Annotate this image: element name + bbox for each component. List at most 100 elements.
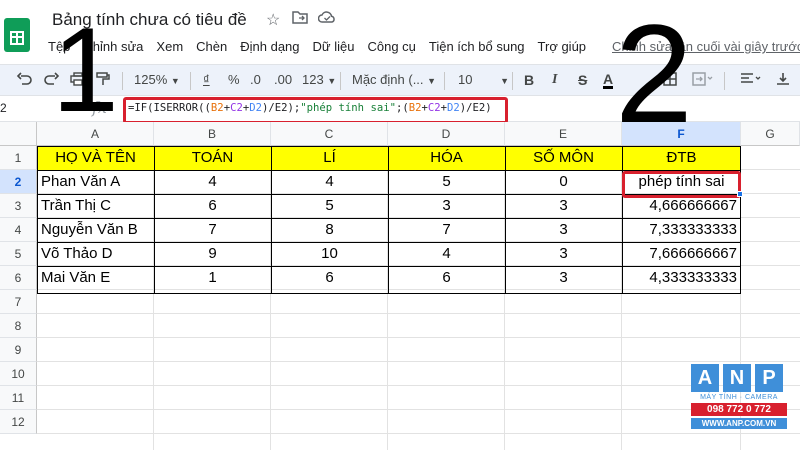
cell-f6[interactable]: 4,333333333 — [622, 266, 741, 290]
undo-icon[interactable] — [16, 72, 32, 89]
horizontal-align-icon[interactable] — [740, 72, 764, 89]
row-header-2[interactable]: 2 — [0, 170, 37, 194]
cell-d5[interactable]: 4 — [388, 242, 505, 266]
table-border-line — [388, 146, 389, 294]
menu-format[interactable]: Định dạng — [240, 39, 299, 57]
grid-line — [37, 361, 800, 362]
cell-e1[interactable]: SỐ MÔN — [505, 146, 622, 170]
table-border-line — [271, 146, 272, 294]
cell-f5[interactable]: 7,666666667 — [622, 242, 741, 266]
cell-b3[interactable]: 6 — [154, 194, 271, 218]
row-header-5[interactable]: 5 — [0, 242, 37, 266]
menu-insert[interactable]: Chèn — [196, 39, 227, 57]
cell-c3[interactable]: 5 — [271, 194, 388, 218]
cell-d3[interactable]: 3 — [388, 194, 505, 218]
column-header-c[interactable]: C — [271, 122, 388, 146]
star-icon[interactable]: ☆ — [266, 10, 280, 30]
cell-b1[interactable]: TOÁN — [154, 146, 271, 170]
fill-handle[interactable] — [737, 191, 743, 197]
merge-cells-icon[interactable] — [692, 72, 714, 89]
anp-watermark: A N P MÁY TÍNH · CAMERA 098 772 0 772 WW… — [691, 364, 787, 429]
table-border-line — [37, 218, 741, 219]
column-header-g[interactable]: G — [741, 122, 800, 146]
move-folder-icon[interactable] — [292, 10, 308, 29]
cell-b5[interactable]: 9 — [154, 242, 271, 266]
menu-tools[interactable]: Công cụ — [367, 39, 415, 57]
menu-bar: Tệp Chỉnh sửa Xem Chèn Định dạng Dữ liệu… — [48, 39, 599, 57]
cell-a2[interactable]: Phan Văn A — [37, 170, 154, 194]
bold-button[interactable]: B — [524, 72, 534, 88]
anp-phone: 098 772 0 772 — [691, 403, 787, 416]
anp-tagline: MÁY TÍNH · CAMERA — [700, 394, 778, 401]
cloud-status-icon[interactable] — [317, 10, 336, 29]
chevron-down-icon: ▼ — [170, 76, 180, 86]
cell-e2[interactable]: 0 — [505, 170, 622, 194]
name-box[interactable]: 2 — [0, 101, 7, 115]
italic-button[interactable]: I — [552, 72, 557, 88]
currency-button[interactable]: ₫ — [203, 72, 210, 87]
vertical-align-icon[interactable] — [776, 72, 790, 89]
table-border-line — [622, 146, 623, 294]
row-header-11[interactable]: 11 — [0, 386, 37, 410]
cell-a3[interactable]: Trần Thị C — [37, 194, 154, 218]
toolbar-divider — [444, 72, 445, 90]
anp-website: WWW.ANP.COM.VN — [691, 418, 787, 429]
row-header-3[interactable]: 3 — [0, 194, 37, 218]
toolbar-divider — [512, 72, 513, 90]
increase-decimal-button[interactable]: .00 — [274, 72, 292, 87]
cell-c1[interactable]: LÍ — [271, 146, 388, 170]
chevron-down-icon: ▼ — [327, 76, 337, 86]
row-header-10[interactable]: 10 — [0, 362, 37, 386]
menu-view[interactable]: Xem — [156, 39, 183, 57]
cell-f4[interactable]: 7,333333333 — [622, 218, 741, 242]
cell-a5[interactable]: Võ Thảo D — [37, 242, 154, 266]
row-header-9[interactable]: 9 — [0, 338, 37, 362]
cell-a6[interactable]: Mai Văn E — [37, 266, 154, 290]
cell-e6[interactable]: 3 — [505, 266, 622, 290]
text-color-button[interactable]: A — [603, 72, 614, 89]
cell-e4[interactable]: 3 — [505, 218, 622, 242]
cell-d4[interactable]: 7 — [388, 218, 505, 242]
table-border-line — [37, 242, 741, 243]
cell-c6[interactable]: 6 — [271, 266, 388, 290]
row-header-6[interactable]: 6 — [0, 266, 37, 290]
sheets-logo-icon[interactable] — [4, 18, 30, 52]
cell-b6[interactable]: 1 — [154, 266, 271, 290]
row-header-7[interactable]: 7 — [0, 290, 37, 314]
column-header-e[interactable]: E — [505, 122, 622, 146]
cell-c2[interactable]: 4 — [271, 170, 388, 194]
cell-d1[interactable]: HÓA — [388, 146, 505, 170]
cell-e5[interactable]: 3 — [505, 242, 622, 266]
cell-c5[interactable]: 10 — [271, 242, 388, 266]
menu-help[interactable]: Trợ giúp — [538, 39, 587, 57]
strikethrough-button[interactable]: S — [578, 72, 587, 88]
cell-e3[interactable]: 3 — [505, 194, 622, 218]
cell-d6[interactable]: 6 — [388, 266, 505, 290]
cell-a1[interactable]: HỌ VÀ TÊN — [37, 146, 154, 170]
column-header-d[interactable]: D — [388, 122, 505, 146]
anp-letter: N — [723, 364, 751, 392]
decrease-decimal-button[interactable]: .0 — [250, 72, 261, 87]
menu-extensions[interactable]: Tiện ích bổ sung — [429, 39, 525, 57]
cell-c4[interactable]: 8 — [271, 218, 388, 242]
zoom-select[interactable]: 125% ▼ — [134, 72, 180, 87]
row-header-1[interactable]: 1 — [0, 146, 37, 170]
row-header-4[interactable]: 4 — [0, 218, 37, 242]
menu-data[interactable]: Dữ liệu — [313, 39, 355, 57]
font-select[interactable]: Mặc định (... ▼ — [352, 72, 436, 87]
grid-line — [37, 409, 800, 410]
font-size-select[interactable]: 10 ▼ — [458, 72, 509, 87]
column-header-b[interactable]: B — [154, 122, 271, 146]
number-format-select[interactable]: 123 ▼ — [302, 72, 336, 87]
anp-letter: P — [755, 364, 783, 392]
cell-d2[interactable]: 5 — [388, 170, 505, 194]
row-header-12[interactable]: 12 — [0, 410, 37, 434]
row-header-8[interactable]: 8 — [0, 314, 37, 338]
select-all-corner[interactable] — [0, 122, 37, 146]
cell-a4[interactable]: Nguyễn Văn B — [37, 218, 154, 242]
chevron-down-icon: ▼ — [427, 76, 437, 86]
cell-b2[interactable]: 4 — [154, 170, 271, 194]
grid-line — [37, 337, 800, 338]
percent-button[interactable]: % — [228, 72, 240, 87]
cell-b4[interactable]: 7 — [154, 218, 271, 242]
